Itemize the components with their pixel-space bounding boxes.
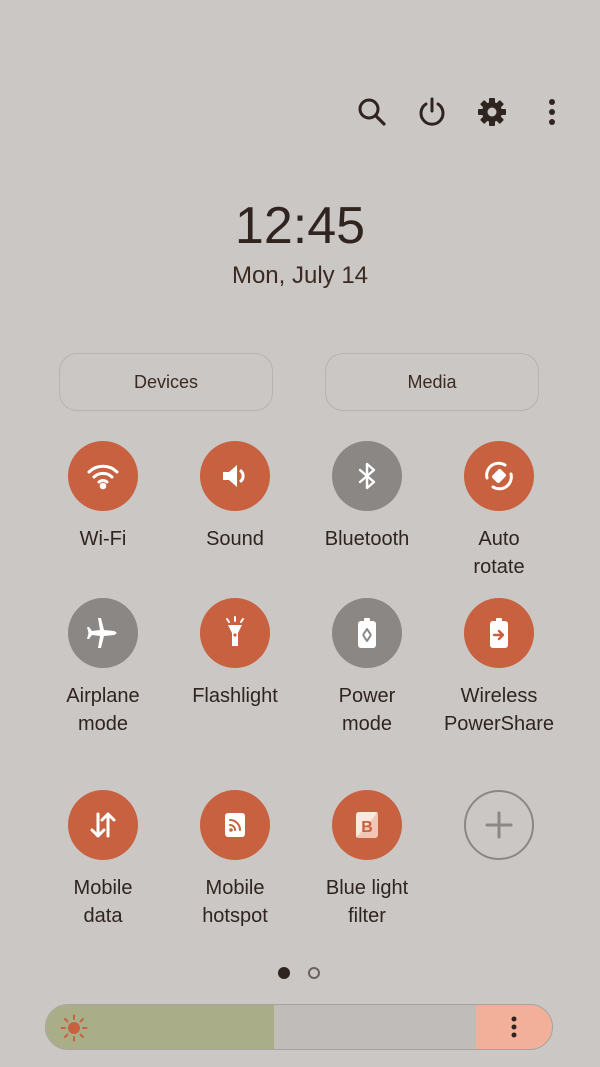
tile-label: Airplane mode — [66, 685, 140, 735]
wifi-icon[interactable] — [68, 441, 138, 511]
tile-airplane-mode[interactable]: Airplane mode — [37, 598, 169, 738]
devices-button[interactable]: Devices — [59, 353, 273, 411]
airplane-icon[interactable] — [68, 598, 138, 668]
tile-mobile-hotspot[interactable]: Mobile hotspot — [169, 790, 301, 930]
more-vertical-icon[interactable] — [534, 92, 570, 132]
page-indicator — [278, 967, 320, 979]
search-icon[interactable] — [354, 92, 390, 132]
battery-share-icon[interactable] — [464, 598, 534, 668]
tile-label: Flashlight — [192, 685, 278, 707]
top-actions-bar — [354, 92, 570, 132]
hotspot-icon[interactable] — [200, 790, 270, 860]
tile-bluetooth[interactable]: Bluetooth — [301, 441, 433, 553]
rotate-icon[interactable] — [464, 441, 534, 511]
tile-label: Sound — [206, 528, 264, 550]
tile-power-mode[interactable]: Power mode — [301, 598, 433, 738]
flashlight-icon[interactable] — [200, 598, 270, 668]
bluetooth-icon[interactable] — [332, 441, 402, 511]
tile-label: Mobile hotspot — [202, 877, 268, 927]
power-icon[interactable] — [414, 92, 450, 132]
clock-time[interactable]: 12:45 — [0, 196, 600, 256]
tile-label: Auto rotate — [473, 528, 525, 578]
tile-mobile-data[interactable]: Mobile data — [37, 790, 169, 930]
tile-label: Wireless PowerShare — [443, 685, 555, 735]
speaker-icon[interactable] — [200, 441, 270, 511]
tile-sound[interactable]: Sound — [169, 441, 301, 553]
media-button[interactable]: Media — [325, 353, 539, 411]
tile-blue-light-filter[interactable]: B Blue light filter — [301, 790, 433, 930]
tile-label: Wi-Fi — [79, 528, 127, 550]
brightness-slider[interactable] — [45, 1004, 553, 1050]
tile-label: Blue light filter — [325, 877, 409, 927]
sun-icon — [60, 1014, 88, 1047]
tile-wireless-powershare[interactable]: Wireless PowerShare — [433, 598, 565, 738]
add-icon[interactable] — [464, 790, 534, 860]
page-dot-active[interactable] — [278, 967, 290, 979]
clock-date[interactable]: Mon, July 14 — [0, 262, 600, 290]
blue-light-filter-icon[interactable]: B — [332, 790, 402, 860]
settings-gear-icon[interactable] — [474, 92, 510, 132]
tile-flashlight[interactable]: Flashlight — [169, 598, 301, 710]
svg-text:B: B — [361, 819, 373, 836]
tile-label: Mobile data — [73, 877, 133, 927]
page-dot-inactive[interactable] — [308, 967, 320, 979]
tile-label: Power mode — [338, 685, 396, 735]
battery-recycle-icon[interactable] — [332, 598, 402, 668]
data-arrows-icon[interactable] — [68, 790, 138, 860]
tile-label: Bluetooth — [324, 528, 410, 550]
brightness-more-button[interactable] — [476, 1005, 552, 1049]
tile-auto-rotate[interactable]: Auto rotate — [433, 441, 565, 581]
tile-add[interactable] — [433, 790, 565, 860]
tile-wifi[interactable]: Wi-Fi — [37, 441, 169, 553]
